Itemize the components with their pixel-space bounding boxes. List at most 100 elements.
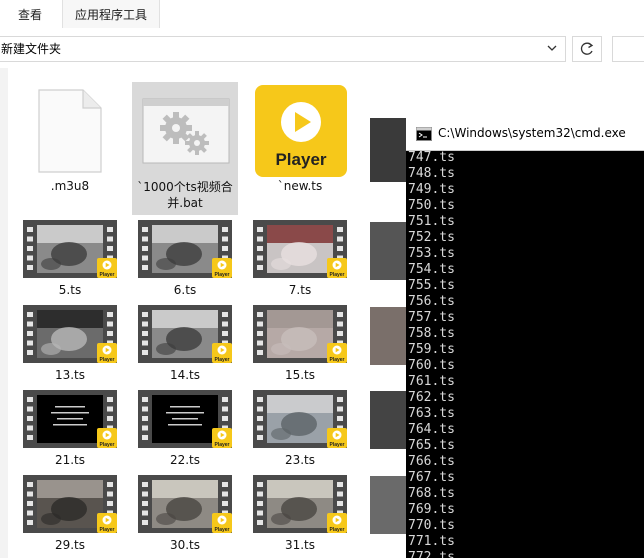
cmd-output-line: 753.ts xyxy=(408,246,455,261)
player-badge-label: Player xyxy=(99,272,114,278)
player-badge-label: Player xyxy=(214,357,229,363)
cmd-output-line: 751.ts xyxy=(408,214,455,229)
cmd-output-line: 758.ts xyxy=(408,326,455,341)
player-app-icon: Player xyxy=(255,85,347,177)
cmd-output-line: 755.ts xyxy=(408,278,455,293)
ribbon: 查看 应用程序工具 xyxy=(0,0,644,29)
partial-video-thumbnail xyxy=(370,118,406,182)
player-badge-icon: Player xyxy=(97,513,117,533)
cmd-output: 747.ts 748.ts 749.ts 750.ts 751.ts 752.ts 753.… xyxy=(408,150,644,558)
player-badge-icon: Player xyxy=(97,428,117,448)
player-badge-label: Player xyxy=(214,527,229,533)
file-item-video[interactable]: Player 30.ts xyxy=(135,473,235,555)
chevron-down-icon[interactable] xyxy=(545,39,559,57)
player-badge-icon: Player xyxy=(212,343,232,363)
file-name: 14.ts xyxy=(169,368,201,382)
file-name: 30.ts xyxy=(169,538,201,552)
cmd-output-line: 756.ts xyxy=(408,294,455,309)
video-thumbnail: Player xyxy=(138,220,232,278)
cmd-output-line: 768.ts xyxy=(408,486,455,501)
file-name: 13.ts xyxy=(54,368,86,382)
address-path: 新建文件夹 xyxy=(1,42,62,56)
file-item-video[interactable]: Player 6.ts xyxy=(135,218,235,300)
file-name: 23.ts xyxy=(284,453,316,467)
video-thumbnail: Player xyxy=(23,305,117,363)
address-bar-row: 新建文件夹 xyxy=(0,28,644,69)
file-item-video[interactable]: Player 22.ts xyxy=(135,388,235,470)
video-thumbnail: Player xyxy=(138,305,232,363)
player-badge-icon: Player xyxy=(212,513,232,533)
search-box[interactable] xyxy=(612,36,644,62)
cmd-output-line: 760.ts xyxy=(408,358,455,373)
file-name: .m3u8 xyxy=(50,179,90,193)
cmd-output-line: 762.ts xyxy=(408,390,455,405)
player-badge-label: Player xyxy=(99,357,114,363)
cmd-output-line: 749.ts xyxy=(408,182,455,197)
player-badge-icon: Player xyxy=(212,428,232,448)
partial-video-thumbnail xyxy=(370,476,406,534)
partial-video-thumbnail xyxy=(370,222,406,280)
partial-video-thumbnail xyxy=(370,307,406,365)
player-badge-label: Player xyxy=(329,527,344,533)
cmd-output-line: 772.ts xyxy=(408,550,455,558)
file-item-m3u8[interactable]: .m3u8 xyxy=(20,82,120,193)
cmd-window[interactable]: C:\Windows\system32\cmd.exe 747.ts 748.ts… xyxy=(406,118,644,558)
player-icon-label: Player xyxy=(275,150,326,169)
file-item-bat[interactable]: `1000个ts视频合并.bat xyxy=(135,82,235,212)
file-name: 7.ts xyxy=(288,283,312,297)
file-item-video[interactable]: Player 7.ts xyxy=(250,218,350,300)
partial-video-thumbnail xyxy=(370,391,406,449)
file-item-video[interactable]: Player 29.ts xyxy=(20,473,120,555)
player-badge-icon: Player xyxy=(327,428,347,448)
player-badge-icon: Player xyxy=(327,258,347,278)
file-item-video[interactable]: Player 31.ts xyxy=(250,473,350,555)
refresh-icon xyxy=(580,42,594,55)
ribbon-tab-app-tools[interactable]: 应用程序工具 xyxy=(62,0,161,28)
file-name: 5.ts xyxy=(58,283,82,297)
player-badge-label: Player xyxy=(329,442,344,448)
cmd-output-line: 767.ts xyxy=(408,470,455,485)
file-item-video[interactable]: Player 5.ts xyxy=(20,218,120,300)
cmd-title: C:\Windows\system32\cmd.exe xyxy=(438,126,626,140)
player-badge-label: Player xyxy=(99,527,114,533)
cmd-title-bar[interactable]: C:\Windows\system32\cmd.exe xyxy=(406,118,644,151)
cmd-output-line: 757.ts xyxy=(408,310,455,325)
player-badge-label: Player xyxy=(329,357,344,363)
file-name: 21.ts xyxy=(54,453,86,467)
player-badge-icon: Player xyxy=(97,258,117,278)
video-thumbnail: Player xyxy=(253,475,347,533)
cmd-output-line: 763.ts xyxy=(408,406,455,421)
cmd-output-line: 761.ts xyxy=(408,374,455,389)
cmd-output-line: 752.ts xyxy=(408,230,455,245)
cmd-output-line: 754.ts xyxy=(408,262,455,277)
file-name: 15.ts xyxy=(284,368,316,382)
file-name: 29.ts xyxy=(54,538,86,552)
player-badge-label: Player xyxy=(214,442,229,448)
file-item-video[interactable]: Player 13.ts xyxy=(20,303,120,385)
video-thumbnail: Player xyxy=(23,390,117,448)
cmd-output-line: 770.ts xyxy=(408,518,455,533)
ribbon-tab-view[interactable]: 查看 xyxy=(18,0,42,28)
cmd-app-icon xyxy=(416,127,432,141)
file-item-new-ts[interactable]: Player `new.ts xyxy=(250,82,350,193)
cmd-output-line: 764.ts xyxy=(408,422,455,437)
cmd-output-line: 769.ts xyxy=(408,502,455,517)
cmd-output-line: 759.ts xyxy=(408,342,455,357)
cmd-output-line: 748.ts xyxy=(408,166,455,181)
cmd-output-line: 766.ts xyxy=(408,454,455,469)
player-badge-label: Player xyxy=(214,272,229,278)
file-item-video[interactable]: Player 14.ts xyxy=(135,303,235,385)
video-thumbnail: Player xyxy=(253,390,347,448)
file-item-video[interactable]: Player 23.ts xyxy=(250,388,350,470)
settings-gear-icon xyxy=(142,98,230,164)
cmd-output-line: 747.ts xyxy=(408,150,455,165)
file-item-video[interactable]: Player 15.ts xyxy=(250,303,350,385)
refresh-button[interactable] xyxy=(572,36,602,62)
file-name: `new.ts xyxy=(277,179,323,193)
cmd-output-line: 765.ts xyxy=(408,438,455,453)
address-bar[interactable]: 新建文件夹 xyxy=(0,36,566,62)
video-thumbnail: Player xyxy=(23,475,117,533)
cmd-output-line: 750.ts xyxy=(408,198,455,213)
file-item-video[interactable]: Player 21.ts xyxy=(20,388,120,470)
video-thumbnail: Player xyxy=(138,390,232,448)
